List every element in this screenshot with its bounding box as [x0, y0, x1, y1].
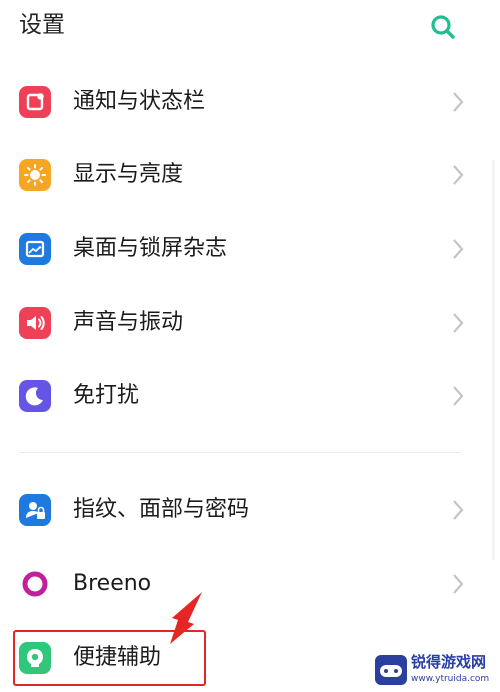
chevron-right-icon [448, 236, 468, 262]
moon-icon [19, 380, 51, 412]
settings-item-sound[interactable]: 声音与振动 [0, 291, 490, 355]
settings-item-label: 通知与状态栏 [73, 89, 206, 114]
chevron-right-icon [448, 497, 468, 523]
watermark: 锐得游戏网 www.ytruida.com [375, 652, 493, 688]
watermark-brand: 锐得游戏网 [411, 653, 487, 671]
chevron-right-icon [448, 383, 468, 409]
wallpaper-icon [19, 233, 51, 265]
settings-item-label: 指纹、面部与密码 [73, 497, 250, 522]
chevron-right-icon [448, 89, 468, 115]
settings-item-label: 桌面与锁屏杂志 [73, 236, 228, 261]
breeno-icon [19, 568, 51, 600]
brightness-icon [19, 159, 51, 191]
settings-item-display[interactable]: 显示与亮度 [0, 143, 490, 207]
settings-item-label: 声音与振动 [73, 310, 184, 335]
red-arrow-icon [160, 588, 210, 648]
settings-item-biometrics[interactable]: 指纹、面部与密码 [0, 478, 490, 542]
settings-item-label: 显示与亮度 [73, 162, 184, 187]
settings-item-breeno[interactable]: Breeno [0, 552, 490, 616]
header-bar: 设置 [0, 0, 500, 58]
chevron-right-icon [448, 310, 468, 336]
settings-item-label: 免打扰 [73, 383, 140, 408]
settings-item-do-not-disturb[interactable]: 免打扰 [0, 364, 490, 428]
chevron-right-icon [448, 571, 468, 597]
scroll-indicator [492, 160, 495, 560]
watermark-url: www.ytruida.com [411, 674, 490, 684]
search-icon[interactable] [428, 12, 458, 42]
page-title: 设置 [19, 12, 65, 38]
settings-item-wallpaper[interactable]: 桌面与锁屏杂志 [0, 217, 490, 281]
settings-item-notifications[interactable]: 通知与状态栏 [0, 70, 490, 134]
watermark-logo-icon [375, 655, 407, 685]
notification-icon [19, 86, 51, 118]
settings-item-label: Breeno [73, 571, 152, 596]
volume-icon [19, 307, 51, 339]
fingerprint-face-icon [19, 494, 51, 526]
section-divider [19, 452, 461, 453]
chevron-right-icon [448, 162, 468, 188]
